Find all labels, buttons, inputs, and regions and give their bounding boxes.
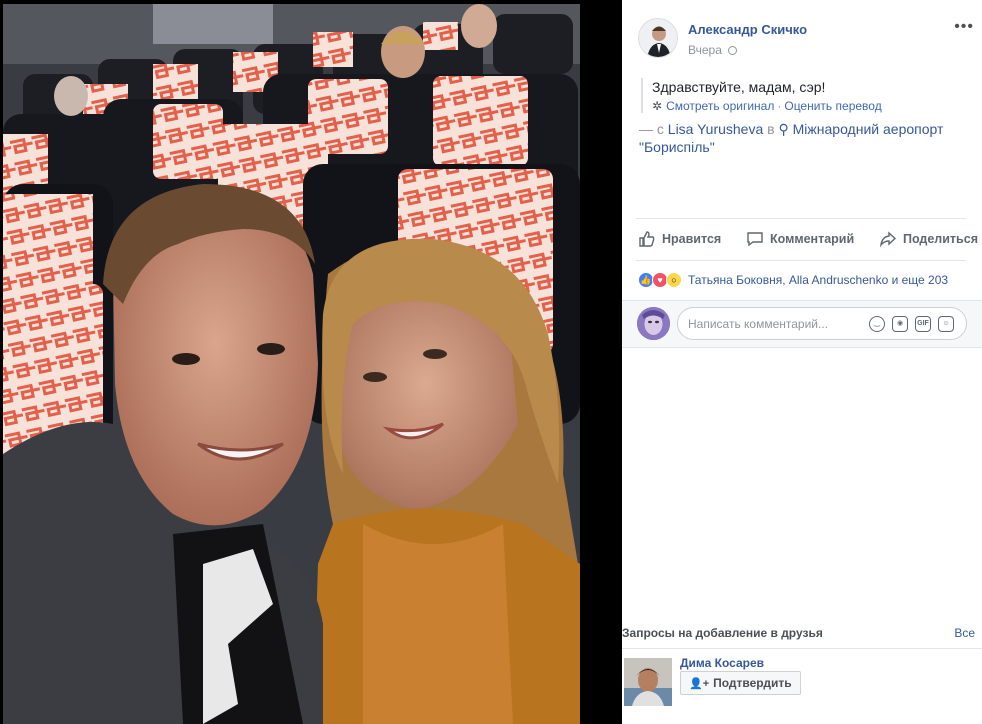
sticker-icon[interactable]: ☺ <box>938 316 954 332</box>
thumbs-up-icon <box>639 231 655 247</box>
gif-icon[interactable]: GIF <box>915 316 931 332</box>
separator-dot: · <box>777 99 782 113</box>
divider <box>622 648 982 649</box>
rate-translation-link[interactable]: Оценить перевод <box>784 99 881 113</box>
tagged-user-link[interactable]: Lisa Yurusheva <box>668 121 763 137</box>
camera-icon[interactable]: ◉ <box>892 316 908 332</box>
post-message-block: Здравствуйте, мадам, сэр! ✲ Смотреть ориг… <box>641 78 971 113</box>
emoji-icon[interactable]: ‿ <box>869 316 885 332</box>
add-friend-icon: 👤+ <box>689 677 710 690</box>
comment-placeholder: Написать комментарий... <box>688 317 829 331</box>
like-label: Нравится <box>662 232 722 246</box>
reactors-text[interactable]: Татьяна Боковня, Alla Andruschenko и еще… <box>688 273 948 287</box>
confirm-label: Подтвердить <box>713 676 792 690</box>
friend-avatar[interactable] <box>624 658 672 706</box>
post-header: Александр Скичко Вчера ••• <box>638 16 976 64</box>
comment-tools: ‿ ◉ GIF ☺ <box>869 316 954 332</box>
author-name[interactable]: Александр Скичко <box>688 22 807 37</box>
reactions-summary[interactable]: 👍 ♥ ○ Татьяна Боковня, Alla Andruschenko… <box>638 272 978 288</box>
divider <box>636 218 966 219</box>
friend-name[interactable]: Дима Косарев <box>680 656 764 670</box>
author-avatar-image <box>639 19 677 57</box>
post-side-panel: Александр Скичко Вчера ••• Здравствуйте,… <box>622 0 982 724</box>
comment-button[interactable]: Комментарий <box>746 230 854 248</box>
current-user-avatar-image <box>637 307 670 340</box>
author-avatar[interactable] <box>638 18 678 58</box>
location-pin-icon: ⚲ <box>778 121 789 137</box>
comment-composer: Написать комментарий... ‿ ◉ GIF ☺ <box>622 300 982 348</box>
globe-icon <box>727 46 737 55</box>
see-original-link[interactable]: Смотреть оригинал <box>666 99 774 113</box>
share-button[interactable]: Поделиться <box>879 230 978 248</box>
current-user-avatar[interactable] <box>637 307 670 340</box>
friend-requests-title: Запросы на добавление в друзья <box>622 626 823 640</box>
confirm-friend-button[interactable]: 👤+ Подтвердить <box>680 671 801 695</box>
wow-reaction-icon: ○ <box>666 272 682 288</box>
comment-input[interactable]: Написать комментарий... ‿ ◉ GIF ☺ <box>677 307 967 340</box>
post-timestamp: Вчера <box>688 43 737 57</box>
friend-request-item: Дима Косарев 👤+ Подтвердить <box>622 650 982 724</box>
ellipsis-icon[interactable]: ••• <box>954 18 974 36</box>
selfie-image <box>3 4 580 724</box>
photo-viewer <box>0 0 622 724</box>
comment-label: Комментарий <box>769 232 855 246</box>
gear-icon[interactable]: ✲ <box>652 99 662 113</box>
see-all-link[interactable]: Все <box>954 626 975 640</box>
post-tag-line: — с Lisa Yurusheva в ⚲ Міжнародний аероп… <box>639 120 969 156</box>
translation-row: ✲ Смотреть оригинал · Оценить перевод <box>652 99 971 113</box>
with-prefix: — с <box>639 121 664 137</box>
share-label: Поделиться <box>902 232 978 246</box>
post-actions: Нравится Комментарий Поделиться <box>638 230 978 248</box>
in-word: в <box>767 121 775 137</box>
post-message: Здравствуйте, мадам, сэр! <box>652 79 826 95</box>
like-button[interactable]: Нравится <box>638 230 721 248</box>
post-photo[interactable] <box>3 4 580 724</box>
share-arrow-icon <box>879 231 897 248</box>
comment-bubble-icon <box>747 232 763 247</box>
divider <box>636 260 966 261</box>
friend-avatar-image <box>624 658 672 706</box>
post-time[interactable]: Вчера <box>688 43 722 57</box>
